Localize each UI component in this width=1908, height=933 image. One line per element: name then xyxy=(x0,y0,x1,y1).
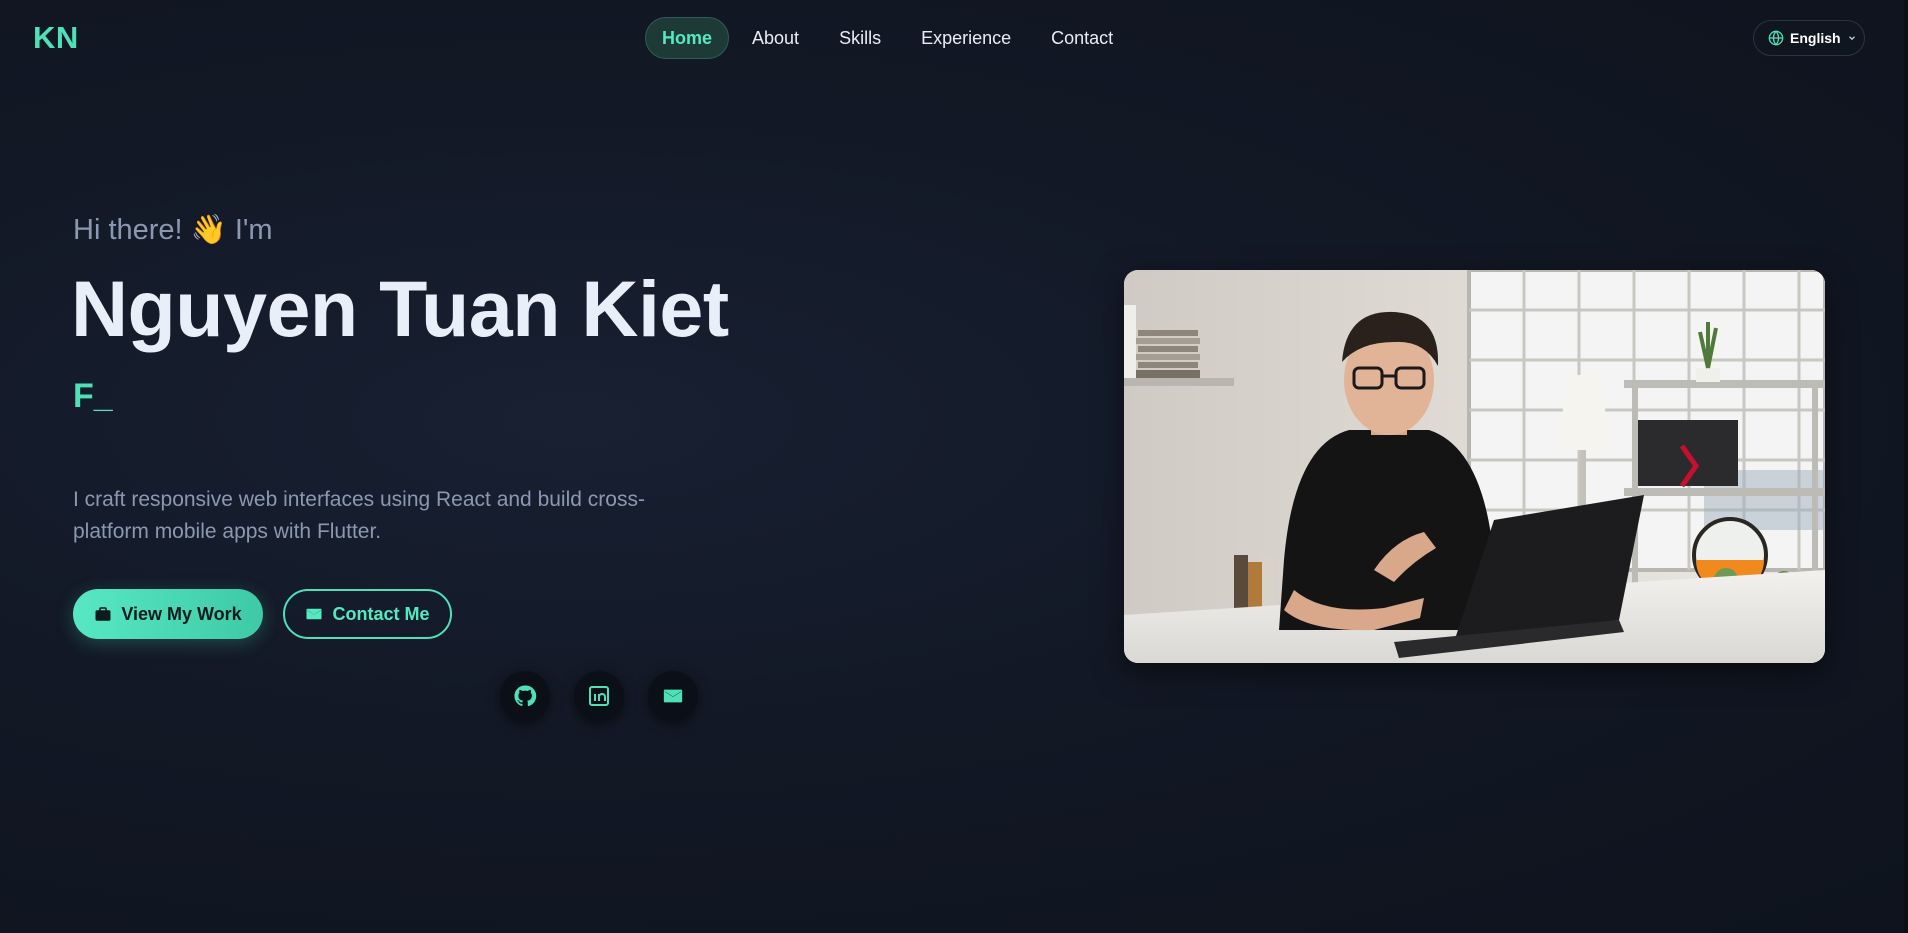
typing-role-text: F_ xyxy=(73,377,113,415)
navbar: KN Home About Skills Experience Contact … xyxy=(0,0,1908,76)
contact-me-button[interactable]: Contact Me xyxy=(283,589,452,639)
profile-photo xyxy=(1124,270,1825,663)
briefcase-icon xyxy=(95,607,111,621)
view-my-work-button[interactable]: View My Work xyxy=(73,589,263,639)
hero-name: Nguyen Tuan Kiet xyxy=(71,264,729,353)
mail-icon xyxy=(663,689,683,703)
nav-link-experience[interactable]: Experience xyxy=(904,17,1028,59)
nav-link-home[interactable]: Home xyxy=(645,17,730,59)
contact-me-label: Contact Me xyxy=(332,603,430,624)
nav-link-contact[interactable]: Contact xyxy=(1034,17,1130,59)
github-icon xyxy=(514,685,537,707)
chevron-down-icon xyxy=(1848,36,1855,41)
github-link[interactable] xyxy=(500,671,550,721)
site-logo[interactable]: KN xyxy=(33,20,79,56)
globe-icon xyxy=(1768,30,1784,46)
language-label: English xyxy=(1790,30,1841,46)
hero-description: I craft responsive web interfaces using … xyxy=(73,488,645,543)
email-link[interactable] xyxy=(648,671,698,721)
nav-link-about[interactable]: About xyxy=(735,17,816,59)
linkedin-icon xyxy=(589,686,609,706)
view-my-work-label: View My Work xyxy=(121,603,242,624)
scrollbar[interactable] xyxy=(1904,0,1908,933)
nav-links: Home About Skills Experience Contact xyxy=(645,17,1130,59)
hero-greeting: Hi there! 👋 I'm xyxy=(73,214,273,246)
social-links xyxy=(500,671,698,721)
language-selector[interactable]: English xyxy=(1753,20,1865,56)
nav-link-skills[interactable]: Skills xyxy=(822,17,898,59)
mail-icon xyxy=(306,608,322,620)
linkedin-link[interactable] xyxy=(574,671,624,721)
